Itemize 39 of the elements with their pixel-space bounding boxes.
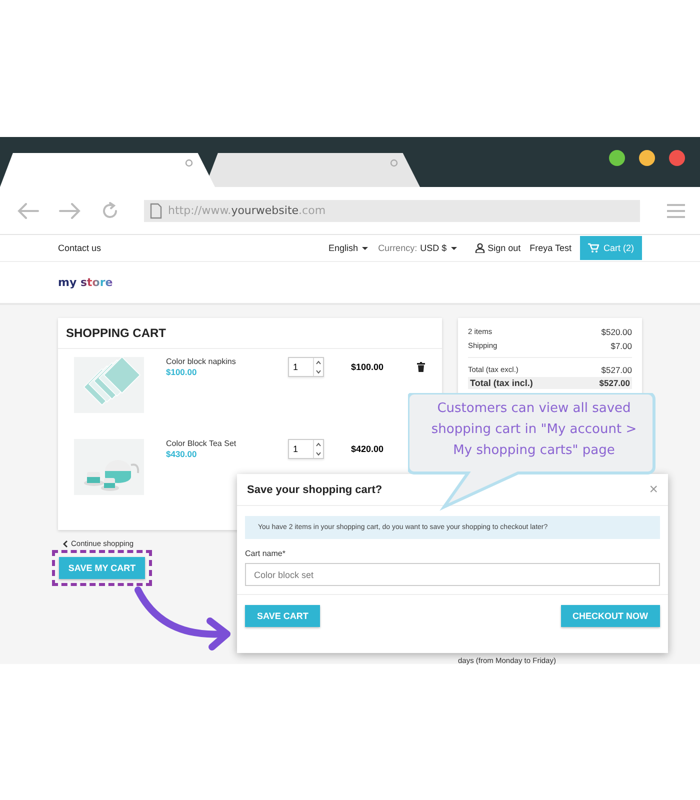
maximize-icon[interactable] <box>609 150 625 166</box>
caret-icon <box>361 245 370 251</box>
summary-value: $520.00 <box>601 327 632 337</box>
currency-dropdown[interactable]: USD $ <box>420 243 458 253</box>
quantity-field[interactable]: 1 <box>288 439 324 459</box>
line-total: $100.00 <box>351 362 385 372</box>
cart-icon <box>588 243 600 253</box>
sign-out-link[interactable]: Sign out <box>474 243 521 253</box>
url-text: http://www.yourwebsite.com <box>168 204 326 217</box>
close-icon[interactable] <box>669 150 685 166</box>
cart-title: SHOPPING CART <box>66 326 168 340</box>
summary-label: Total (tax incl.) <box>470 378 533 388</box>
address-bar[interactable]: http://www.yourwebsite.com <box>144 200 640 222</box>
browser-tab[interactable] <box>0 153 215 187</box>
caret-icon <box>450 245 458 251</box>
chevron-left-icon <box>62 540 68 548</box>
contact-link[interactable]: Contact us <box>58 243 102 253</box>
user-name-link[interactable]: Freya Test <box>530 243 572 253</box>
product-name[interactable]: Color block napkins <box>166 357 286 366</box>
unit-price: $100.00 <box>166 367 198 377</box>
unit-price: $430.00 <box>166 449 198 459</box>
increment-icon[interactable] <box>314 358 323 367</box>
user-icon <box>474 243 485 253</box>
summary-value: $527.00 <box>601 365 632 375</box>
increment-icon[interactable] <box>314 440 323 449</box>
summary-value: $7.00 <box>610 341 632 351</box>
line-total: $420.00 <box>351 444 385 454</box>
currency-label: Currency: <box>378 243 418 253</box>
field-label: Cart name* <box>245 549 286 558</box>
page-icon <box>150 202 162 218</box>
quantity-field[interactable]: 1 <box>288 357 324 377</box>
summary-value: $527.00 <box>599 378 630 388</box>
trash-icon[interactable] <box>417 362 425 372</box>
dialog-title: Save your shopping cart? <box>247 484 382 496</box>
product-name[interactable]: Color Block Tea Set <box>166 439 286 448</box>
cart-name-field[interactable]: Color block set <box>245 563 660 586</box>
store-logo[interactable]: my store <box>58 276 113 289</box>
minimize-icon[interactable] <box>639 150 655 166</box>
language-dropdown[interactable]: English <box>328 243 370 253</box>
